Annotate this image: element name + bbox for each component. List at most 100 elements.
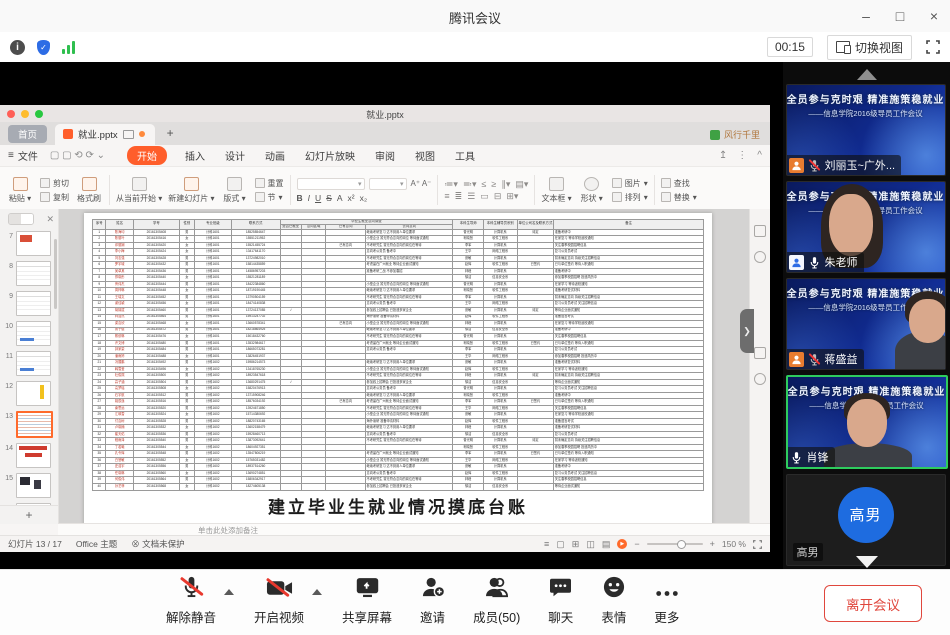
thumbnail-scrollbar[interactable] [54, 239, 57, 309]
start-video-button[interactable]: 开启视频 [240, 579, 318, 626]
minimize-icon[interactable]: – [858, 9, 874, 23]
share-screen-button[interactable]: 共享屏幕 [328, 579, 406, 626]
participant-tile-5[interactable]: 高男高男 [786, 474, 946, 566]
wps-menu-tab-动画[interactable]: 动画 [263, 147, 287, 164]
wps-menubar-right-icons[interactable]: ↥ ⋮ ^ [719, 150, 762, 161]
shape-button[interactable]: 形状 ▾ [578, 177, 606, 204]
meeting-info-icon[interactable]: i [10, 40, 25, 55]
unmute-button[interactable]: 解除静音 [152, 579, 230, 626]
format-s-button[interactable]: S [326, 193, 332, 203]
more-dots-icon[interactable]: ⋮ [737, 150, 747, 161]
slide-thumbnail-10[interactable]: 10 [0, 321, 56, 346]
notes-view-icon[interactable]: ≡ [544, 540, 549, 549]
format-u-button[interactable]: U [315, 193, 321, 203]
panel-view-toggle[interactable] [8, 213, 34, 225]
slide-thumbnail-13[interactable]: 13 [0, 411, 56, 438]
slide-thumbnail-8[interactable]: 8 [0, 261, 56, 286]
grid-view-icon[interactable]: ⊞ [572, 540, 580, 549]
new-tab-button[interactable]: + [167, 126, 174, 140]
chat-button[interactable]: 聊天 [534, 579, 587, 626]
copy-button[interactable]: 复制 [40, 192, 69, 203]
wps-quick-icons[interactable]: ▢ ▢ ⟲ ⟳ ⌄ [50, 150, 105, 161]
wps-menu-tab-设计[interactable]: 设计 [223, 147, 247, 164]
print-preview-icon[interactable] [754, 225, 766, 237]
wps-menu-tab-视图[interactable]: 视图 [413, 147, 437, 164]
meeting-security-shield-icon[interactable]: ✓ [37, 40, 50, 55]
format-x₂-button[interactable]: x₂ [360, 193, 368, 203]
slideshow-play-button[interactable]: ▶ [617, 539, 627, 549]
section-button[interactable]: 节 ▾ [255, 192, 284, 203]
slide-thumbnail-15[interactable]: 15 [0, 473, 56, 498]
play-from-current-button[interactable]: 从当前开始 ▾ [116, 177, 162, 204]
format-a-button[interactable]: A [337, 193, 343, 203]
leave-meeting-button[interactable]: 离开会议 [824, 585, 922, 622]
wps-user-account[interactable]: 风行千里 [710, 128, 760, 141]
wps-home-tab[interactable]: 首页 [8, 125, 47, 143]
zoom-out-icon[interactable]: − [634, 540, 639, 549]
arrange-button[interactable]: 排列 ▾ [612, 192, 648, 203]
members-button[interactable]: 成员(50) [459, 579, 534, 626]
filter-settings-icon[interactable] [754, 347, 766, 359]
participant-avatar-icon [789, 158, 804, 173]
zoom-slider-knob[interactable] [677, 540, 686, 549]
wps-file-menu[interactable]: ≡ 文件 [8, 148, 38, 163]
slide-thumbnail-12[interactable]: 12 [0, 381, 56, 406]
participant-tile-3[interactable]: 全员参与克时艰 精准施策稳就业——信息学院2016级导员工作会议蒋盛益 [786, 278, 946, 370]
format-x²-button[interactable]: x² [348, 193, 355, 203]
slide-thumbnail-9[interactable]: 9 [0, 291, 56, 316]
slide-thumbnail-14[interactable]: 14 [0, 443, 56, 468]
play-notes-icon[interactable]: ▤ [602, 540, 611, 549]
textbox-button[interactable]: 文本框 ▾ [541, 177, 571, 204]
font-family-select[interactable]: ▾ [297, 178, 365, 190]
maximize-icon[interactable]: □ [892, 9, 908, 23]
wps-menu-tab-开始[interactable]: 开始 [127, 146, 167, 165]
cut-button[interactable]: 剪切 [40, 178, 69, 189]
paste-button[interactable]: 粘贴 ▾ [6, 177, 34, 204]
format-painter-button[interactable]: 格式刷 [75, 177, 103, 204]
wps-menu-tab-幻灯片放映[interactable]: 幻灯片放映 [303, 147, 357, 164]
paragraph-buttons[interactable]: ≔▾≕▾≤≥∥▾▤▾ ≡≣☰▭⊟⊞▾ [444, 180, 528, 201]
collapse-ribbon-icon[interactable]: ^ [757, 150, 762, 161]
participant-tile-4[interactable]: 全员参与克时艰 精准施策稳就业——信息学院2016级导员工作会议肖锋 [786, 375, 948, 469]
close-icon[interactable]: × [926, 9, 942, 23]
participant-tile-2[interactable]: 全员参与克时艰 精准施策稳就业——信息学院2016级导员工作会议朱老师 [786, 181, 946, 273]
share-icon[interactable]: ↥ [719, 150, 727, 161]
normal-view-icon[interactable]: ▢ [556, 540, 565, 549]
zoom-in-icon[interactable]: + [710, 540, 715, 549]
scroll-up-arrow[interactable] [857, 69, 877, 80]
wps-menu-tab-插入[interactable]: 插入 [183, 147, 207, 164]
switch-view-button[interactable]: 切换视图 [827, 35, 912, 60]
invite-icon [421, 576, 445, 603]
slide-thumbnail-11[interactable]: 11 [0, 351, 56, 376]
format-b-button[interactable]: B [297, 193, 303, 203]
font-size-select[interactable]: ▾ [369, 178, 407, 190]
emoji-button[interactable]: 表情 [587, 579, 640, 626]
panel-collapse-handle[interactable]: ❯ [740, 309, 754, 353]
history-clock-icon[interactable] [754, 251, 766, 263]
wps-doc-tab[interactable]: 就业.pptx [55, 124, 155, 145]
format-i-button[interactable]: I [308, 193, 310, 203]
layout-button[interactable]: 版式 ▾ [221, 177, 249, 204]
wps-menu-tab-审阅[interactable]: 审阅 [373, 147, 397, 164]
split-view-icon[interactable]: ◫ [586, 540, 595, 549]
fit-screen-icon[interactable] [753, 540, 762, 549]
picture-button[interactable]: 图片 ▾ [612, 178, 648, 189]
invite-button[interactable]: 邀请 [406, 579, 459, 626]
reset-button[interactable]: 重置 [255, 178, 284, 189]
scroll-down-arrow[interactable] [856, 556, 878, 568]
emoji-icon [603, 576, 625, 603]
more-button[interactable]: 更多 [640, 579, 693, 626]
panel-close-icon[interactable]: ✕ [46, 214, 54, 225]
zoom-slider[interactable] [647, 543, 703, 545]
wps-menu-tab-工具[interactable]: 工具 [453, 147, 477, 164]
add-slide-button[interactable]: + [0, 505, 58, 524]
clock-icon[interactable] [754, 373, 766, 385]
fullscreen-icon[interactable] [926, 40, 940, 54]
current-slide[interactable]: 序号姓名学号性别专业班级联系方式毕业生就业意向调查本科生导师本科生辅导员系别单位… [84, 213, 712, 525]
slide-thumbnail-7[interactable]: 7 [0, 231, 56, 256]
thumbnail-number: 12 [0, 381, 13, 390]
find-button[interactable]: 查找 [661, 178, 697, 189]
new-slide-button[interactable]: 新建幻灯片 ▾ [168, 177, 214, 204]
participant-tile-1[interactable]: 全员参与克时艰 精准施策稳就业——信息学院2016级导员工作会议刘丽玉~广外..… [786, 84, 946, 176]
replace-button[interactable]: 替换 ▾ [661, 192, 697, 203]
